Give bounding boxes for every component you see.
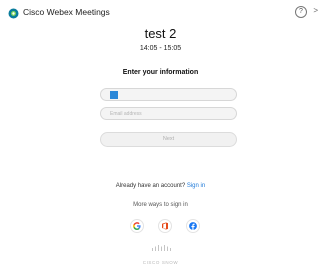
name-field[interactable] [100,88,237,101]
autofill-badge-icon [110,91,118,99]
meeting-time: 14:05 - 15:05 [139,45,182,52]
account-prompt-text: Already have an account? [115,183,186,189]
account-prompt: Already have an account? Sign in [0,183,321,189]
google-icon [133,222,141,230]
facebook-icon [189,222,197,230]
form-heading: Enter your information [122,69,199,76]
office-sign-in-button[interactable] [158,219,172,233]
help-icon[interactable]: ? [295,6,307,18]
app-title: Cisco Webex Meetings [23,6,110,17]
chevron-right-icon[interactable]: > [313,6,318,15]
app-branding: Cisco Webex Meetings [8,6,110,19]
more-ways-label: More ways to sign in [133,202,188,208]
cisco-footer-text: CISCO SNOW [142,260,179,265]
next-button[interactable]: Next [100,132,237,147]
meeting-title: test 2 [144,26,177,41]
email-placeholder: Email address [110,110,142,117]
google-sign-in-button[interactable] [130,219,144,233]
email-field[interactable]: Email address [100,107,237,120]
sign-in-link[interactable]: Sign in [187,183,205,189]
office-icon [162,222,168,230]
cisco-bars-icon [151,245,171,251]
facebook-sign-in-button[interactable] [186,219,200,233]
webex-logo-icon [8,6,19,19]
title-bar: Cisco Webex Meetings ? > [0,0,321,24]
cisco-footer-logo: CISCO SNOW [0,245,321,269]
